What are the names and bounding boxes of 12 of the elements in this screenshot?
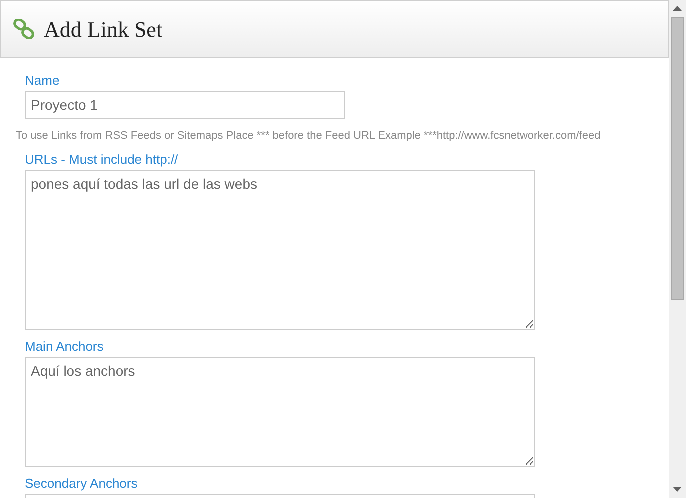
scrollbar-thumb[interactable] — [671, 17, 684, 300]
scrollbar[interactable] — [669, 0, 686, 498]
field-label: Secondary Anchors — [25, 476, 138, 491]
page-title: Add Link Set — [44, 16, 163, 44]
help-text: To use Links from RSS Feeds or Sitemaps Place *** before the Feed URL Example ***http://www.fcsnetworker.com/feed — [15, 129, 601, 143]
field-label: URLs - Must include http:// — [25, 152, 178, 167]
field-label: Main Anchors — [25, 339, 104, 354]
text-area[interactable]: Aquí los anchors — [25, 357, 535, 467]
field-label: Name — [25, 73, 60, 88]
chain-link-icon — [13, 19, 35, 39]
input-field[interactable]: Proyecto 1 — [25, 91, 345, 119]
text-area[interactable]: pones aquí todas las url de las webs — [25, 170, 535, 330]
